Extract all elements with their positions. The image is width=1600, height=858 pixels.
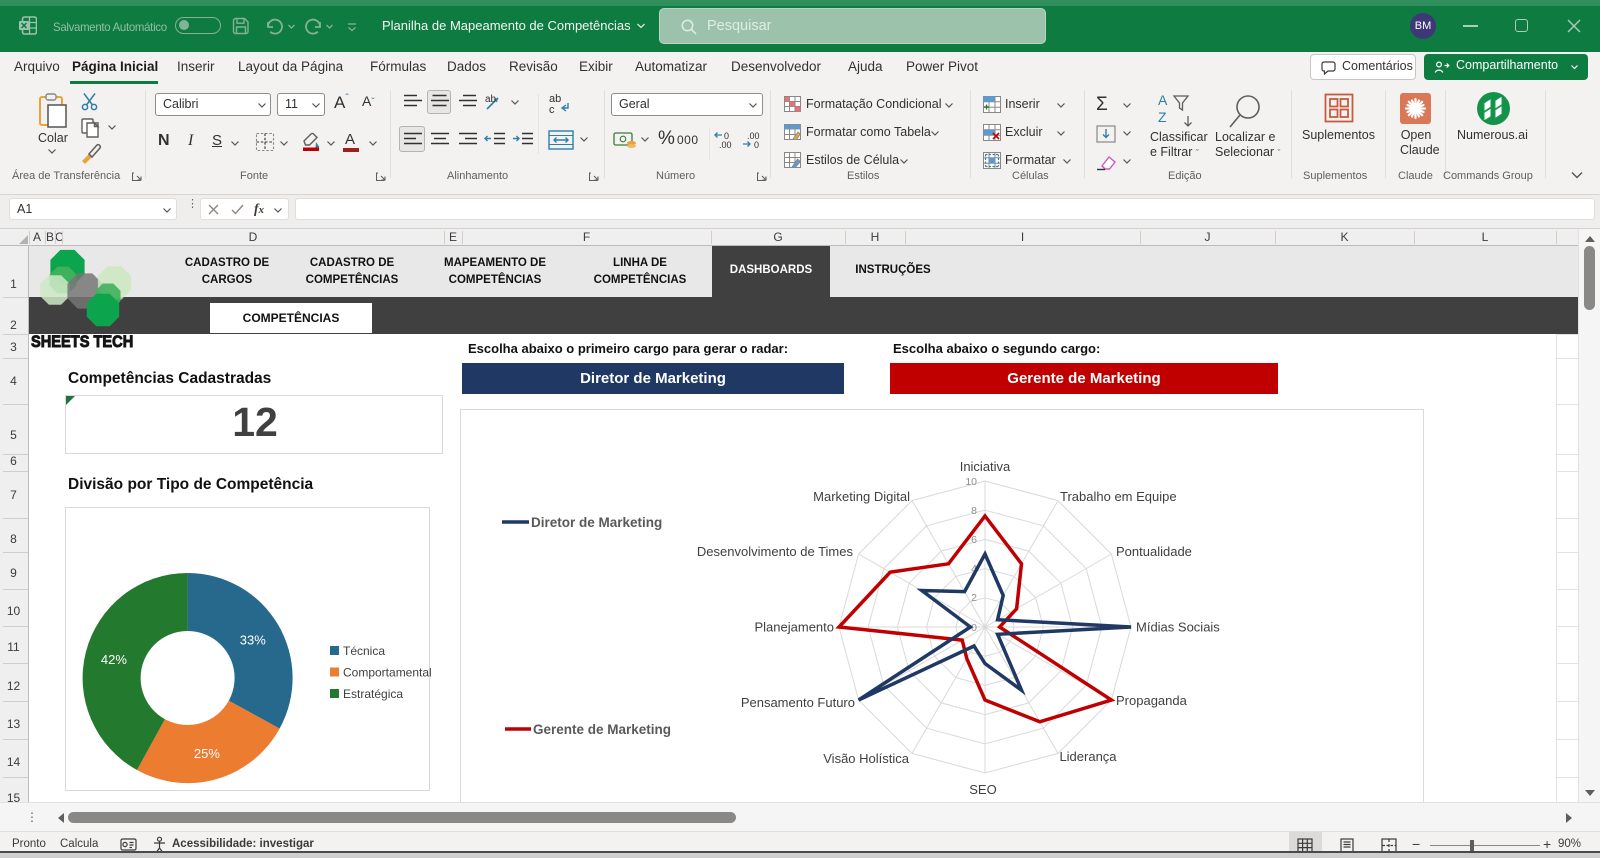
svg-text:SHEETS TECH: SHEETS TECH <box>31 333 133 351</box>
svg-text:25%: 25% <box>194 746 220 761</box>
svg-text:10: 10 <box>965 476 977 488</box>
svg-text:ab: ab <box>485 94 497 105</box>
svg-text:Gerente de Marketing: Gerente de Marketing <box>533 722 671 737</box>
svg-text:Pontualidade: Pontualidade <box>1116 544 1192 559</box>
svg-text:Propaganda: Propaganda <box>1116 693 1188 708</box>
svg-text:Z: Z <box>1158 109 1167 125</box>
svg-text:Pensamento Futuro: Pensamento Futuro <box>741 695 855 710</box>
svg-text:.00: .00 <box>719 140 732 150</box>
svg-text:SEO: SEO <box>969 782 996 797</box>
svg-text:Diretor de Marketing: Diretor de Marketing <box>531 515 662 530</box>
svg-text:Técnica: Técnica <box>343 644 385 658</box>
svg-text:Liderança: Liderança <box>1059 749 1117 764</box>
svg-text:Comportamental: Comportamental <box>343 666 432 680</box>
svg-text:0: 0 <box>754 140 759 150</box>
svg-text:Planejamento: Planejamento <box>755 620 835 635</box>
svg-text:8: 8 <box>971 505 977 517</box>
svg-text:Marketing Digital: Marketing Digital <box>813 489 910 504</box>
svg-text:2: 2 <box>971 592 977 604</box>
svg-text:A: A <box>1158 92 1168 108</box>
svg-text:42%: 42% <box>101 652 127 667</box>
svg-text:Iniciativa: Iniciativa <box>960 459 1011 474</box>
svg-text:Estratégica: Estratégica <box>343 687 403 701</box>
svg-text:Visão Holística: Visão Holística <box>823 751 910 766</box>
svg-text:Desenvolvimento de Times: Desenvolvimento de Times <box>697 544 854 559</box>
svg-text:Mídias Sociais: Mídias Sociais <box>1136 620 1220 635</box>
svg-text:Trabalho em Equipe: Trabalho em Equipe <box>1060 489 1177 504</box>
svg-text:c: c <box>549 104 555 116</box>
svg-text:33%: 33% <box>240 633 266 648</box>
